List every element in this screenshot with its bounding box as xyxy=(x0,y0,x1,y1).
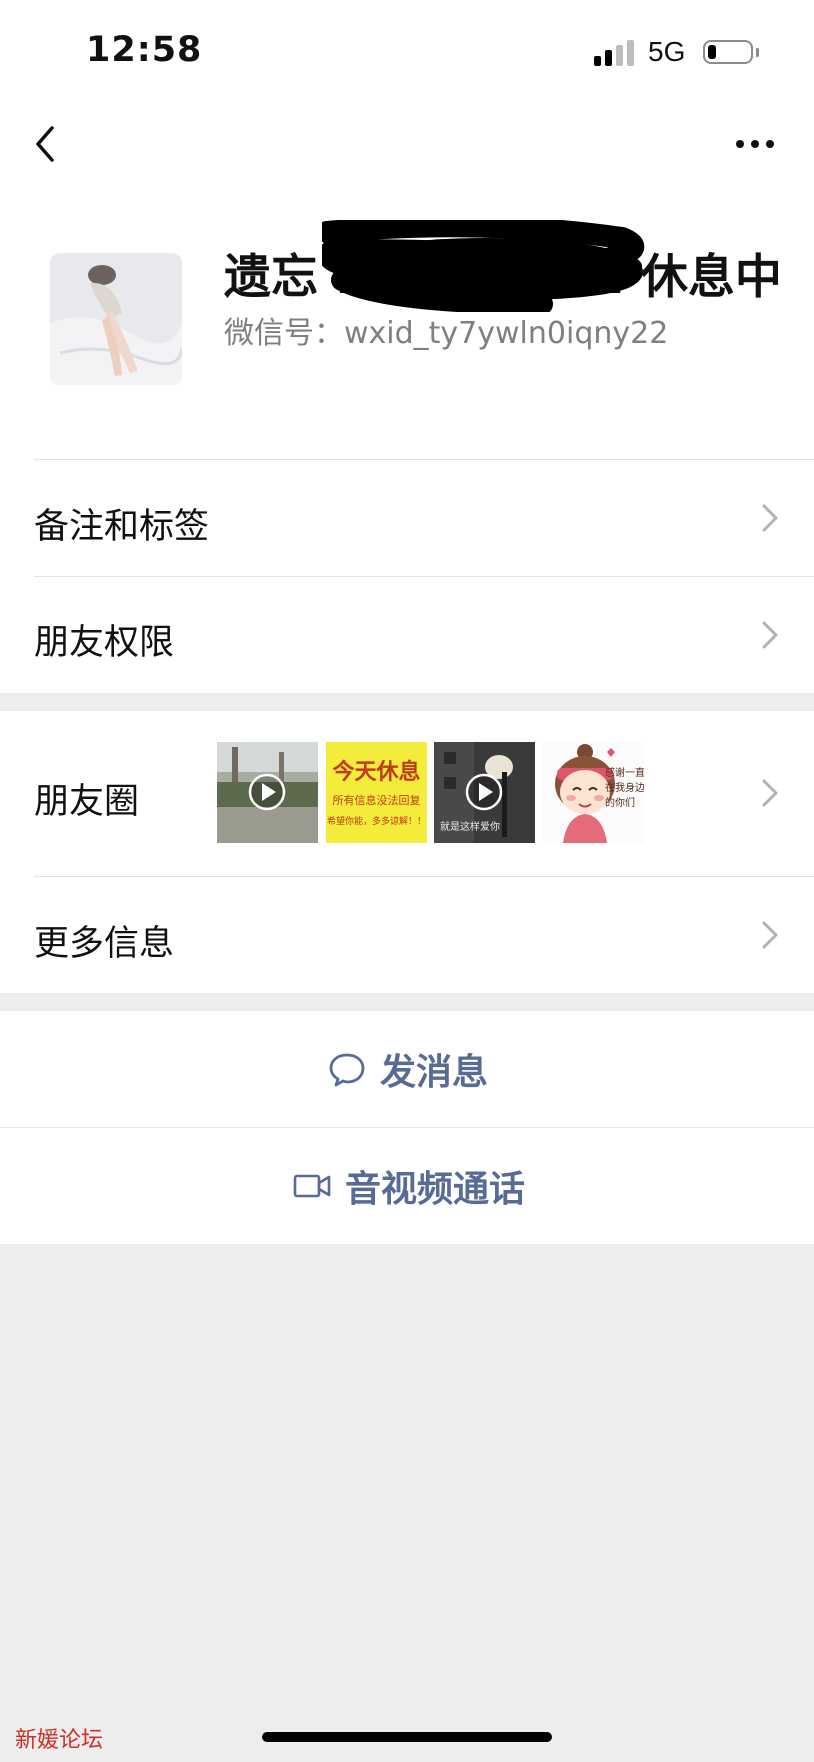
wechat-id: 微信号：wxid_ty7ywln0iqny22 xyxy=(224,316,669,351)
more-info-row[interactable]: 更多信息 xyxy=(0,877,814,993)
remarks-tags-row[interactable]: 备注和标签 xyxy=(0,460,814,576)
chevron-right-icon xyxy=(762,621,778,649)
send-message-label: 发消息 xyxy=(380,1052,489,1093)
moment-4-text: 感谢一直在我身边的你们 xyxy=(605,768,644,809)
moment-2-line2: 希望你能，多多谅解！！ xyxy=(326,817,426,827)
battery-icon xyxy=(703,40,753,64)
remarks-tags-label: 备注和标签 xyxy=(34,507,210,547)
send-message-content: 发消息 xyxy=(328,1011,488,1127)
battery-tip xyxy=(756,48,759,57)
video-thumbnail-icon xyxy=(217,742,318,843)
back-button[interactable] xyxy=(28,120,64,168)
video-call-content: 音视频通话 xyxy=(293,1128,525,1244)
send-message-button[interactable]: 发消息 xyxy=(0,1011,814,1127)
moment-thumbnail-2[interactable]: 今天休息 所有信息没法回复 希望你能，多多谅解！！ xyxy=(326,742,427,843)
forum-watermark: 新媛论坛 xyxy=(15,1728,104,1753)
avatar-photo-icon xyxy=(50,253,182,385)
network-type: 5G xyxy=(648,36,686,67)
moment-thumbnail-4[interactable]: 感谢一直在我身边的你们 xyxy=(543,742,644,843)
moment-thumbnail-3[interactable]: 就是这样爱你 xyxy=(434,742,535,843)
home-indicator[interactable] xyxy=(262,1732,552,1742)
chevron-right-icon xyxy=(762,779,778,807)
moment-2-title: 今天休息 xyxy=(332,760,421,785)
status-time: 12:58 xyxy=(86,30,203,70)
video-call-button[interactable]: 音视频通话 xyxy=(0,1128,814,1244)
moment-thumbnail-1[interactable] xyxy=(217,742,318,843)
friend-permissions-row[interactable]: 朋友权限 xyxy=(0,577,814,693)
chevron-left-icon xyxy=(36,126,54,162)
redaction-scribble xyxy=(322,220,645,312)
friend-permissions-label: 朋友权限 xyxy=(34,623,175,663)
chat-bubble-icon xyxy=(329,1053,365,1087)
battery-level-fill xyxy=(708,45,716,59)
video-call-label: 音视频通话 xyxy=(345,1169,526,1210)
chevron-right-icon xyxy=(762,504,778,532)
moment-3-caption: 就是这样爱你 xyxy=(440,822,500,833)
video-camera-icon xyxy=(293,1174,331,1198)
chevron-right-icon xyxy=(762,921,778,949)
settings-card: 备注和标签 朋友权限 xyxy=(0,455,814,693)
more-dots-icon xyxy=(736,140,774,148)
cellular-signal-icon xyxy=(594,40,634,66)
moment-2-line1: 所有信息没法回复 xyxy=(332,794,421,807)
more-options-button[interactable] xyxy=(730,122,780,162)
moments-label: 朋友圈 xyxy=(34,782,140,822)
more-info-label: 更多信息 xyxy=(34,924,175,964)
avatar[interactable] xyxy=(50,253,182,385)
